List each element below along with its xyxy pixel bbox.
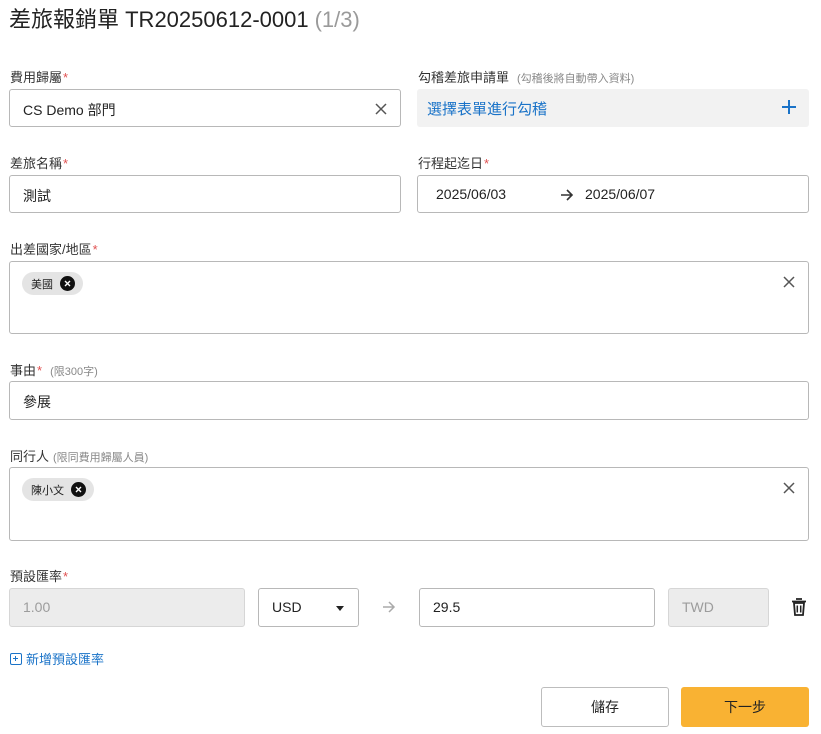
cost-owner-label: 費用歸屬* [10,70,69,85]
reason-value: 參展 [23,394,51,410]
trip-name-input[interactable]: 測試 [9,175,401,213]
clear-icon[interactable] [782,481,796,495]
clear-icon[interactable] [374,102,388,116]
currency-select[interactable]: USD [258,588,359,627]
caret-down-icon [336,606,344,611]
country-chip: 美國 [22,272,83,295]
reason-label: 事由* (限300字) [10,363,98,378]
trash-icon[interactable] [791,598,807,621]
add-exchange-rate-link[interactable]: 新增預設匯率 [10,649,104,668]
select-form-link[interactable]: 選擇表單進行勾稽 [427,98,547,119]
currency-value: USD [272,599,302,615]
exchange-rate-label: 預設匯率* [10,569,69,584]
arrow-right-icon [560,188,574,207]
form-title: 差旅報銷單 TR20250612-0001 [9,7,309,32]
companion-chip: 陳小文 [22,478,94,501]
target-currency-field: TWD [668,588,769,627]
end-date[interactable]: 2025/06/07 [585,186,655,202]
companions-select[interactable]: 陳小文 [9,467,809,541]
trip-application-label: 勾稽差旅申請單 (勾稽後將自動帶入資料) [418,70,635,85]
trip-application-picker[interactable]: 選擇表單進行勾稽 [417,89,809,127]
trip-name-value: 測試 [23,188,51,204]
cost-owner-value: CS Demo 部門 [23,102,116,118]
page-title: 差旅報銷單 TR20250612-0001 (1/3) [9,2,360,34]
plus-square-icon [10,652,22,665]
save-button[interactable]: 儲存 [541,687,669,727]
arrow-right-icon [382,600,396,619]
companions-label: 同行人 (限同費用歸屬人員) [10,449,149,464]
rate-input[interactable]: 29.5 [419,588,655,627]
start-date[interactable]: 2025/06/03 [436,186,506,202]
trip-name-label: 差旅名稱* [10,156,69,171]
base-amount-field: 1.00 [9,588,245,627]
countries-select[interactable]: 美國 [9,261,809,334]
remove-chip-icon[interactable] [71,482,86,497]
trip-dates-label: 行程起迄日* [418,156,490,171]
remove-chip-icon[interactable] [60,276,75,291]
plus-icon[interactable] [781,99,797,120]
cost-owner-select[interactable]: CS Demo 部門 [9,89,401,127]
reason-input[interactable]: 參展 [9,381,809,420]
countries-label: 出差國家/地區* [10,242,98,257]
rate-value: 29.5 [433,599,461,615]
clear-icon[interactable] [782,275,796,289]
page-indicator: (1/3) [314,7,360,32]
next-button[interactable]: 下一步 [681,687,809,727]
trip-date-range[interactable]: 2025/06/03 2025/06/07 [417,175,809,213]
